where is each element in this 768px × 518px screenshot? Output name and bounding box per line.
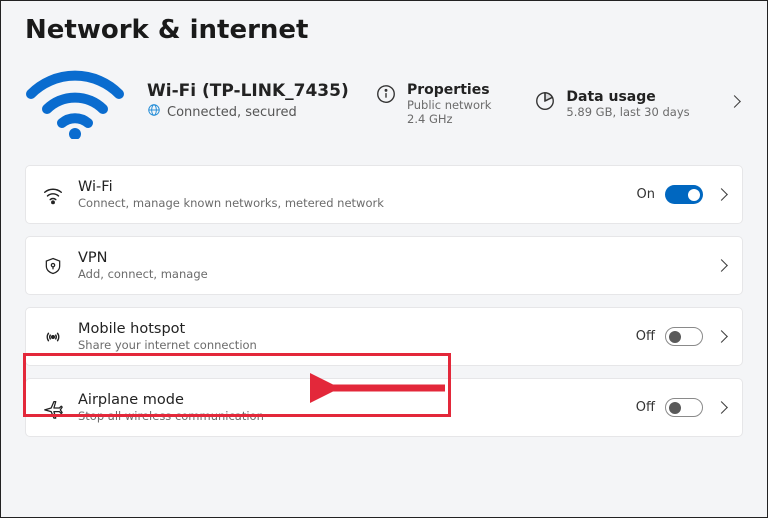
hotspot-toggle[interactable] — [665, 327, 703, 346]
properties-line1: Public network — [407, 98, 491, 112]
shield-icon — [38, 254, 68, 278]
page-title: Network & internet — [25, 15, 743, 45]
properties-line2: 2.4 GHz — [407, 112, 491, 126]
properties-title: Properties — [407, 82, 491, 98]
row-airplane-title: Airplane mode — [78, 392, 264, 408]
chevron-right-icon[interactable] — [717, 403, 726, 412]
info-icon — [374, 82, 398, 106]
data-usage-line1: 5.89 GB, last 30 days — [566, 105, 689, 119]
row-hotspot-sub: Share your internet connection — [78, 338, 257, 352]
hero-expand-chevron[interactable] — [730, 97, 739, 106]
settings-list: Wi-Fi Connect, manage known networks, me… — [1, 165, 767, 437]
row-hotspot-title: Mobile hotspot — [78, 321, 257, 337]
row-airplane-state: Off — [636, 400, 655, 415]
row-wifi-sub: Connect, manage known networks, metered … — [78, 196, 384, 210]
data-usage-icon — [533, 89, 557, 113]
data-usage-title: Data usage — [566, 89, 689, 105]
wifi-toggle[interactable] — [665, 185, 703, 204]
row-wifi[interactable]: Wi-Fi Connect, manage known networks, me… — [25, 165, 743, 224]
globe-icon — [147, 103, 161, 121]
wifi-ssid: Wi-Fi (TP-LINK_7435) — [147, 81, 352, 101]
data-usage-segment[interactable]: Data usage 5.89 GB, last 30 days — [533, 83, 689, 119]
row-wifi-state: On — [637, 187, 655, 202]
row-airplane-mode[interactable]: Airplane mode Stop all wireless communic… — [25, 378, 743, 437]
chevron-right-icon[interactable] — [717, 190, 726, 199]
airplane-toggle[interactable] — [665, 398, 703, 417]
row-vpn[interactable]: VPN Add, connect, manage — [25, 236, 743, 295]
chevron-right-icon[interactable] — [717, 332, 726, 341]
row-vpn-title: VPN — [78, 250, 208, 266]
row-mobile-hotspot[interactable]: Mobile hotspot Share your internet conne… — [25, 307, 743, 366]
row-hotspot-state: Off — [636, 329, 655, 344]
header: Network & internet — [1, 1, 767, 45]
hero-connection-card[interactable]: Wi-Fi (TP-LINK_7435) Connected, secured … — [1, 51, 767, 165]
wifi-status-text: Connected, secured — [167, 105, 297, 120]
airplane-icon — [38, 396, 68, 420]
chevron-right-icon[interactable] — [717, 261, 726, 270]
row-vpn-sub: Add, connect, manage — [78, 267, 208, 281]
hotspot-icon — [38, 325, 68, 349]
wifi-icon — [38, 183, 68, 207]
properties-segment[interactable]: Properties Public network 2.4 GHz — [374, 76, 491, 127]
row-wifi-title: Wi-Fi — [78, 179, 384, 195]
row-airplane-sub: Stop all wireless communication — [78, 409, 264, 423]
wifi-signal-icon — [25, 59, 125, 143]
hero-wifi-info: Wi-Fi (TP-LINK_7435) Connected, secured — [147, 81, 352, 121]
